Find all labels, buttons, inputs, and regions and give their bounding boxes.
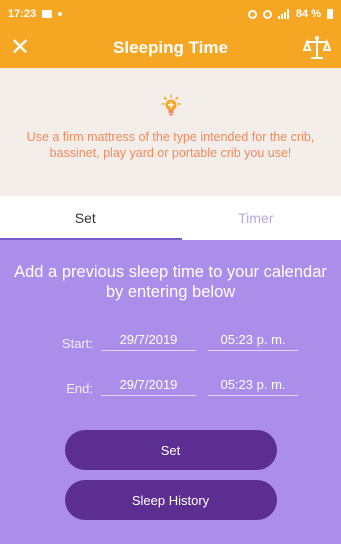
tab-timer[interactable]: Timer xyxy=(171,196,341,240)
start-time-field[interactable]: 05:23 p. m. xyxy=(208,332,298,351)
start-label: Start: xyxy=(61,336,93,351)
close-icon[interactable]: ✕ xyxy=(10,36,40,60)
status-right: 84 % xyxy=(247,8,333,20)
battery-percent: 84 % xyxy=(295,8,321,20)
sleep-form: Add a previous sleep time to your calend… xyxy=(0,240,341,544)
end-time-field[interactable]: 05:23 p. m. xyxy=(208,377,298,396)
page-title: Sleeping Time xyxy=(113,38,228,57)
status-bar: 17:23 84 % xyxy=(0,0,341,28)
tab-bar: Set Timer xyxy=(0,196,341,240)
app-bar: ✕ Sleeping Time xyxy=(0,28,341,68)
tip-text: Use a firm mattress of the type intended… xyxy=(26,130,315,160)
status-left: 17:23 xyxy=(8,8,63,20)
start-date-field[interactable]: 29/7/2019 xyxy=(101,332,196,351)
status-time: 17:23 xyxy=(8,8,37,20)
message-icon xyxy=(42,10,53,18)
end-row: End: 29/7/2019 05:23 p. m. xyxy=(0,377,341,396)
set-button[interactable]: Set xyxy=(64,430,277,470)
alarm-icon xyxy=(262,9,272,19)
sleep-history-button[interactable]: Sleep History xyxy=(64,480,277,520)
start-row: Start: 29/7/2019 05:23 p. m. xyxy=(0,332,341,351)
location-icon xyxy=(247,9,257,19)
sleeping-time-screen: 17:23 84 % ✕ Sleeping Time Use a firm ma… xyxy=(0,0,341,544)
tab-set[interactable]: Set xyxy=(0,196,171,240)
battery-icon xyxy=(327,9,333,19)
tip-section: Use a firm mattress of the type intended… xyxy=(0,68,341,196)
end-date-field[interactable]: 29/7/2019 xyxy=(101,377,196,396)
scale-icon[interactable] xyxy=(301,35,331,61)
form-heading: Add a previous sleep time to your calend… xyxy=(14,263,327,301)
notification-dot-icon xyxy=(58,12,63,16)
signal-icon xyxy=(277,9,290,19)
active-tab-indicator xyxy=(0,238,182,240)
lightbulb-icon xyxy=(159,94,183,118)
end-label: End: xyxy=(66,381,93,396)
